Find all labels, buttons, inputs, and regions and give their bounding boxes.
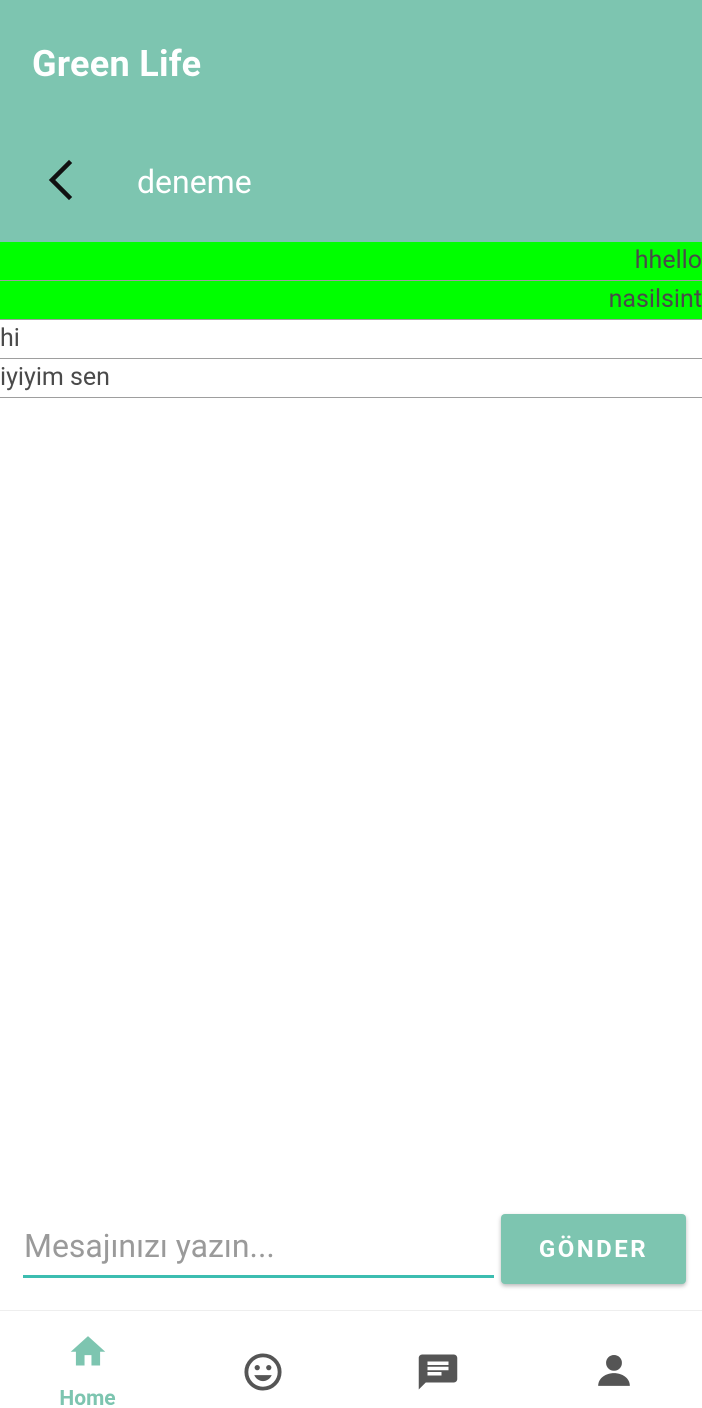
nav-item-profile[interactable] [525,1311,700,1408]
chat-header [0,118,702,242]
nav-item-home[interactable]: Home [0,1311,175,1408]
bottom-nav: Home [0,1310,702,1408]
chat-icon [418,1354,458,1390]
message-list: hhello nasilsint hi iyiyim sen [0,242,702,398]
home-icon [70,1336,106,1366]
nav-label-home: Home [59,1387,116,1408]
message-input[interactable] [23,1222,494,1278]
app-bar: Green Life [0,0,702,118]
chat-title: deneme [137,163,252,201]
smiley-icon [244,1353,282,1391]
person-icon [598,1354,630,1386]
message-sent: nasilsint [0,281,702,320]
chevron-left-icon [48,159,73,201]
app-title: Green Life [32,43,202,85]
message-received: iyiyim sen [0,359,702,398]
message-received: hi [0,320,702,359]
nav-item-mood[interactable] [175,1311,350,1408]
nav-item-chat[interactable] [350,1311,525,1408]
message-sent: hhello [0,242,702,281]
send-button[interactable]: GÖNDER [501,1214,686,1284]
back-button[interactable] [34,150,90,210]
